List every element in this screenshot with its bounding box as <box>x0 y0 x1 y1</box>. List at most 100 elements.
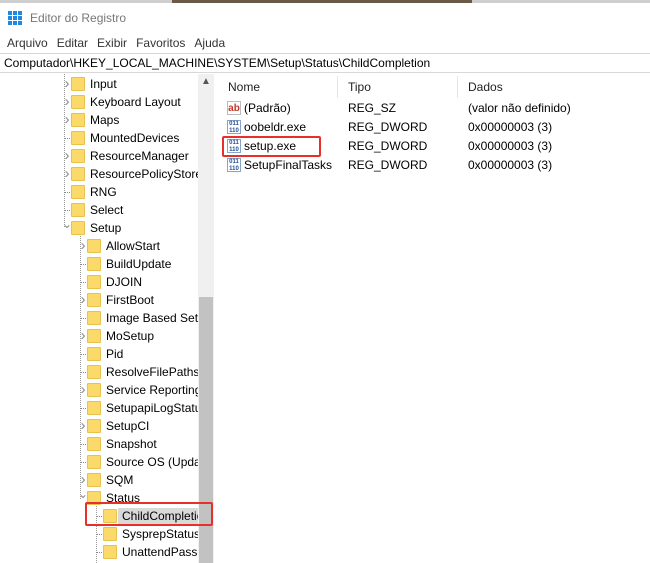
tree-item-label: UnattendPasses <box>122 545 211 559</box>
tree-item-label: SetupapiLogStatus <box>106 401 208 415</box>
tree-item-label: ResourceManager <box>90 149 189 163</box>
value-name: (Padrão) <box>244 101 291 115</box>
value-data: 0x00000003 (3) <box>468 120 553 134</box>
tree-item-label: Keyboard Layout <box>90 95 181 109</box>
scroll-up-icon[interactable]: ▲ <box>198 76 214 87</box>
tree-item[interactable]: › MoSetup <box>0 327 198 345</box>
menu-ajuda[interactable]: Ajuda <box>194 36 225 50</box>
tree-item[interactable]: › ResourceManager <box>0 147 198 165</box>
menu-arquivo[interactable]: Arquivo <box>7 36 48 50</box>
folder-icon <box>87 239 101 253</box>
tree-item-label: BuildUpdate <box>106 257 172 271</box>
tree-item-label: SQM <box>106 473 134 487</box>
folder-icon <box>87 311 101 325</box>
tree-item[interactable]: BuildUpdate <box>0 255 198 273</box>
tree-item[interactable]: › ResourcePolicyStore <box>0 165 203 183</box>
column-header-tipo[interactable]: Tipo <box>338 76 458 98</box>
highlight-box-tree <box>85 502 213 526</box>
folder-icon <box>71 185 85 199</box>
value-row[interactable]: 011 110 oobeldr.exe REG_DWORD 0x00000003 (3… <box>218 118 650 137</box>
menu-editar[interactable]: Editar <box>57 36 88 50</box>
tree-item-label: Service Reporting <box>106 383 202 397</box>
tree-item-label: Maps <box>90 113 120 127</box>
tree-item-label: Image Based Setup <box>106 311 212 325</box>
tree-item[interactable]: SysprepStatus <box>0 525 200 543</box>
value-type: REG_SZ <box>348 101 397 115</box>
folder-icon <box>71 77 85 91</box>
tree-item[interactable]: › SetupCI <box>0 417 198 435</box>
tree-item-label: MountedDevices <box>90 131 180 145</box>
highlight-box-value <box>222 136 321 157</box>
tree-item[interactable]: Select <box>0 201 198 219</box>
tree-item-label: SetupCI <box>106 419 150 433</box>
value-data: (valor não definido) <box>468 101 571 115</box>
binary-value-icon: 011 110 <box>227 158 241 172</box>
tree-scrollbar[interactable]: ▲ <box>198 74 214 563</box>
tree-item-label: MoSetup <box>106 329 155 343</box>
title-bar: Editor do Registro <box>0 3 650 33</box>
menu-favoritos[interactable]: Favoritos <box>136 36 185 50</box>
folder-icon <box>87 329 101 343</box>
tree-item[interactable]: DJOIN <box>0 273 198 291</box>
folder-icon <box>71 167 85 181</box>
value-type: REG_DWORD <box>348 158 428 172</box>
folder-icon <box>71 149 85 163</box>
tree-item-label: Snapshot <box>106 437 157 451</box>
folder-icon <box>87 365 101 379</box>
tree-item[interactable]: › Maps <box>0 111 198 129</box>
address-bar[interactable]: Computador\HKEY_LOCAL_MACHINE\SYSTEM\Set… <box>0 53 650 73</box>
menu-exibir[interactable]: Exibir <box>97 36 127 50</box>
folder-icon <box>71 203 85 217</box>
folder-icon <box>87 257 101 271</box>
tree-item[interactable]: › Service Reporting <box>0 381 202 399</box>
tree-item-label: RNG <box>90 185 117 199</box>
folder-icon <box>87 455 101 469</box>
column-header-nome[interactable]: Nome <box>218 76 338 98</box>
folder-icon <box>71 131 85 145</box>
value-name: oobeldr.exe <box>244 120 307 134</box>
value-name: SetupFinalTasks <box>244 158 333 172</box>
window-title: Editor do Registro <box>30 11 127 25</box>
value-type: REG_DWORD <box>348 120 428 134</box>
folder-icon <box>71 95 85 109</box>
value-data: 0x00000003 (3) <box>468 139 553 153</box>
tree-item-label: ResourcePolicyStore <box>90 167 203 181</box>
folder-icon <box>87 473 101 487</box>
value-row[interactable]: 011 110 SetupFinalTasks REG_DWORD 0x0000000… <box>218 156 650 175</box>
tree-item[interactable]: Snapshot <box>0 435 198 453</box>
folder-icon <box>87 401 101 415</box>
folder-icon <box>71 113 85 127</box>
value-row[interactable]: ab (Padrão) REG_SZ (valor não definido) <box>218 99 650 118</box>
tree-item-label: AllowStart <box>106 239 161 253</box>
folder-icon <box>103 545 117 559</box>
menu-bar: Arquivo Editar Exibir Favoritos Ajuda <box>0 33 227 53</box>
column-header-dados[interactable]: Dados <box>458 76 650 98</box>
tree-item[interactable]: Image Based Setup <box>0 309 211 327</box>
key-tree[interactable]: › Input › Keyboard Layout › Maps MountedDevice… <box>0 74 214 563</box>
tree-item[interactable]: › SQM <box>0 471 198 489</box>
tree-item[interactable]: Pid <box>0 345 198 363</box>
tree-item[interactable]: › FirstBoot <box>0 291 198 309</box>
folder-icon <box>103 527 117 541</box>
tree-item[interactable]: RNG <box>0 183 198 201</box>
tree-item[interactable]: › AllowStart <box>0 237 198 255</box>
tree-item-label: Input <box>90 77 117 91</box>
folder-icon <box>87 347 101 361</box>
tree-item[interactable]: › Input <box>0 75 198 93</box>
registry-editor-icon <box>8 11 22 25</box>
tree-item[interactable]: UnattendPasses <box>0 543 210 561</box>
tree-item[interactable]: MountedDevices <box>0 129 198 147</box>
folder-icon <box>87 383 101 397</box>
tree-item[interactable]: Source OS (Updated) <box>0 453 213 471</box>
tree-item[interactable]: SetupapiLogStatus <box>0 399 207 417</box>
value-type: REG_DWORD <box>348 139 428 153</box>
tree-item[interactable]: ResolveFilePaths <box>0 363 200 381</box>
tree-item-label: FirstBoot <box>106 293 155 307</box>
tree-item[interactable]: ⌄ Setup <box>0 218 198 237</box>
tree-item-label: Setup <box>90 221 122 235</box>
string-value-icon: ab <box>227 101 241 115</box>
folder-icon <box>87 419 101 433</box>
tree-item-label: ResolveFilePaths <box>106 365 200 379</box>
value-data: 0x00000003 (3) <box>468 158 553 172</box>
tree-item[interactable]: › Keyboard Layout <box>0 93 198 111</box>
